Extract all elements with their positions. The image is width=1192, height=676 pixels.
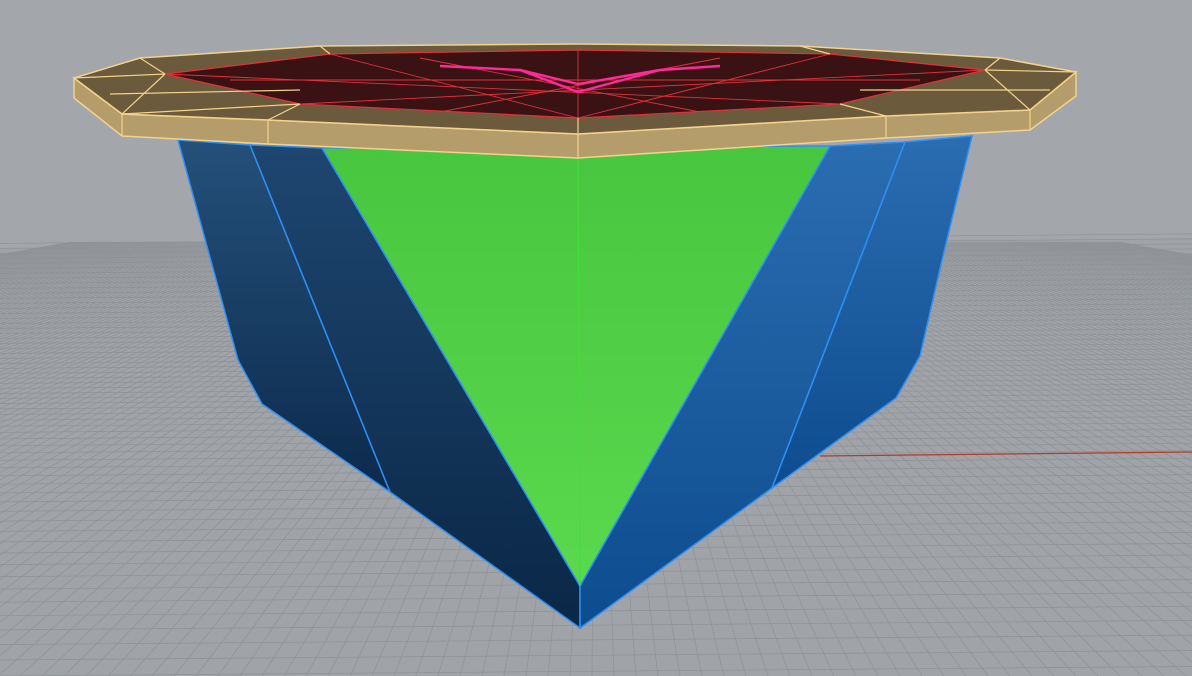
viewport-canvas[interactable] xyxy=(0,0,1192,676)
rhino-perspective-viewport[interactable] xyxy=(0,0,1192,676)
